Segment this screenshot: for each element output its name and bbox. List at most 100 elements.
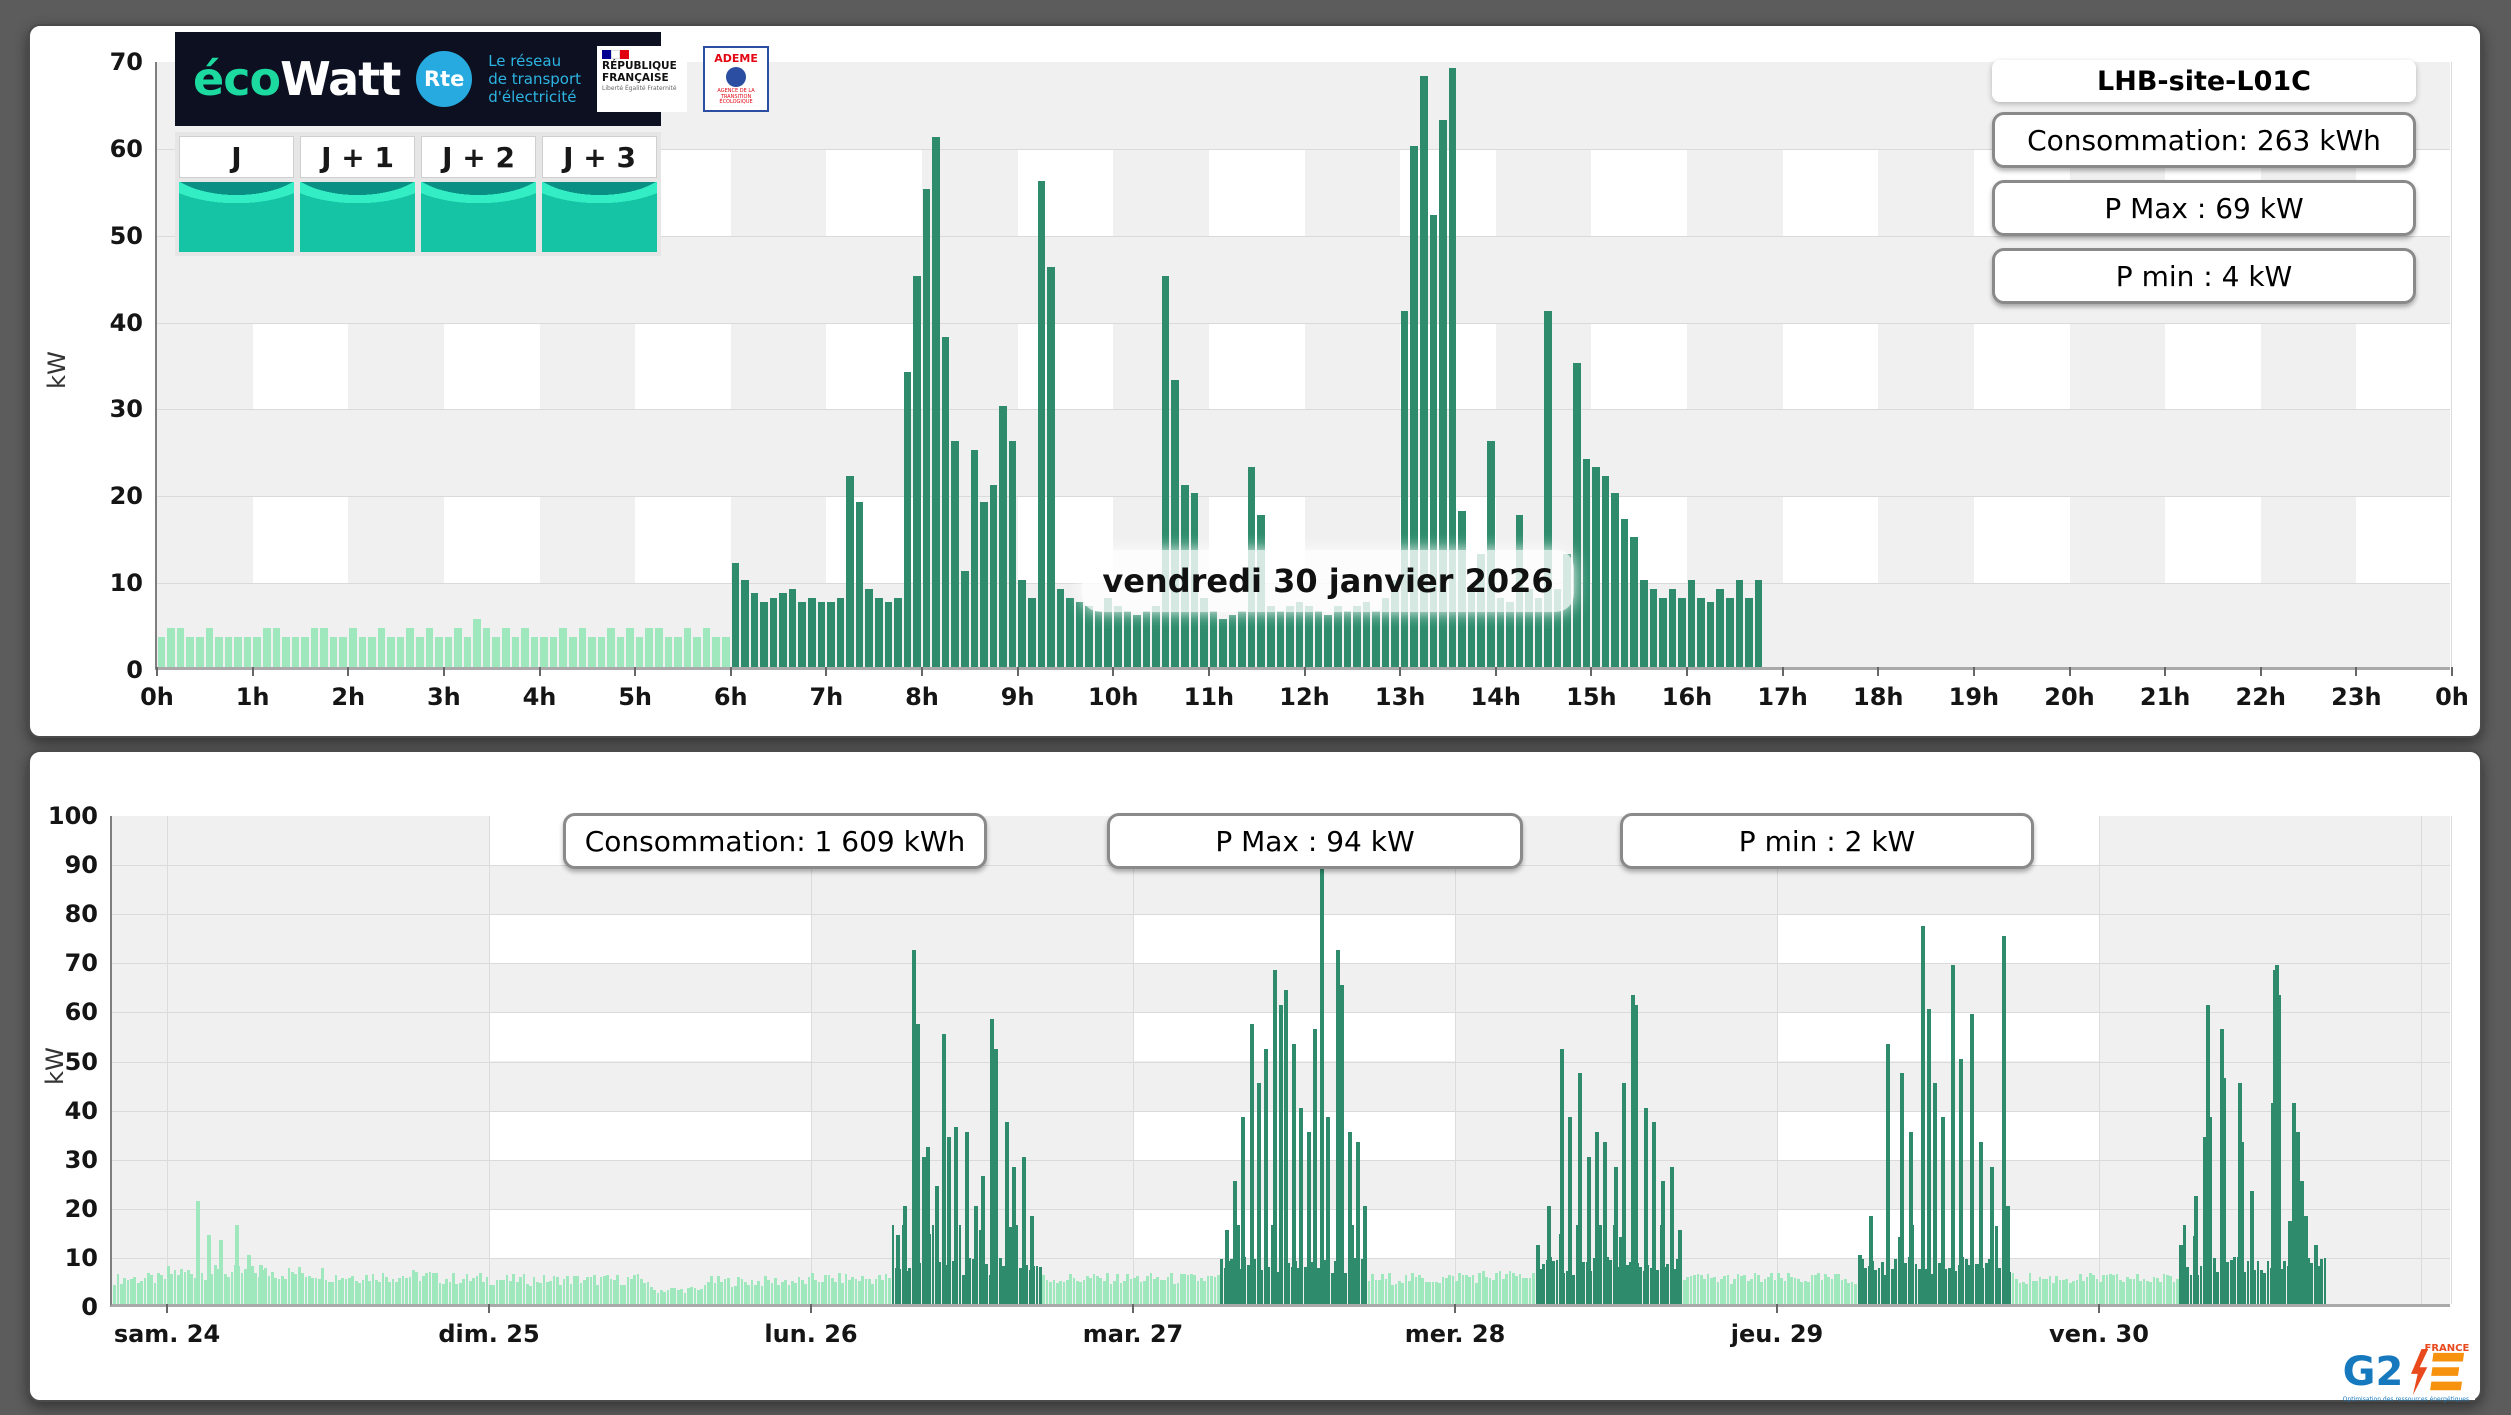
chart-bar [559,1285,563,1304]
chart-spike-bar [2314,1245,2319,1304]
chart-bar [1719,1278,1723,1304]
chart-bar [250,1266,254,1304]
chart-bar [811,1272,814,1304]
chart-bar [234,636,242,667]
chart-bar [2186,1267,2189,1304]
rte-logo-icon: Rte [416,51,473,107]
chart-bar [321,1267,324,1304]
chart-bar [1763,1278,1767,1304]
chart-bar [408,1276,412,1304]
chart-bar [511,636,520,667]
chart-bar [1693,1275,1696,1304]
chart-bar [1572,1274,1576,1304]
chart-bar [1964,1258,1968,1304]
day-consumption-label: Consommation: 263 kWh [2027,123,2381,157]
chart-spike-bar [1546,1205,1551,1304]
chart-bar [1216,1274,1220,1304]
chart-bar [454,627,462,667]
chart-bar [2048,1276,2052,1304]
chart-bar [405,1278,408,1304]
grid-cell [1591,148,1687,236]
chart-bar [643,1282,646,1304]
chart-bar [1455,1281,1458,1304]
chart-bar [1119,1282,1123,1304]
chart-bar [723,1279,727,1304]
grid-cell [635,496,731,584]
chart-bar [1706,601,1715,667]
republique-francaise-logo: RÉPUBLIQUE FRANÇAISE Liberté Égalité Fra… [597,46,688,112]
x-tick-label: 18h [1853,683,1904,711]
chart-bar [1697,597,1705,667]
chart-bar [1810,1274,1814,1304]
x-tick-label: 0h [2435,683,2469,711]
forecast-tile-3[interactable]: J + 3 [542,136,657,252]
y-tick-label: 100 [47,802,98,830]
chart-bar [1153,1279,1156,1304]
chart-bar [167,627,175,667]
chart-bar [737,1276,740,1304]
chart-bar [922,189,931,667]
chart-bar [1200,1277,1203,1304]
chart-bar [1372,610,1380,667]
chart-bar [1689,1276,1693,1304]
chart-bar [1840,1279,1844,1304]
chart-bar [1305,606,1313,667]
chart-bar [2132,1279,2136,1304]
x-tick-label: 20h [2044,683,2095,711]
chart-bar [650,1287,653,1304]
chart-bar [1377,1279,1381,1304]
chart-spike-bar [246,1254,251,1304]
chart-spike-bar [1560,1048,1565,1304]
x-tick-label: 4h [522,683,557,711]
chart-bar [888,1278,891,1304]
chart-bar [1206,1276,1210,1304]
chart-bar [730,1286,734,1304]
chart-bar [874,1278,878,1304]
grid-cell [1973,322,2070,410]
chart-bar [797,1277,801,1304]
forecast-tile-2[interactable]: J + 2 [421,136,536,252]
chart-bar [1582,1262,1586,1304]
weekly-chart-plot[interactable]: sam. 24 dim. 25 lun. 26 mar. 27 mer. 28 jeu. … [48,802,2452,1348]
x-tick-label: 10h [1088,683,1139,711]
chart-bar [465,1273,469,1304]
ecowatt-forecast-tiles: JJ + 1J + 2J + 3 [175,132,661,256]
chart-bar [2260,1270,2263,1304]
chart-bar [176,627,185,667]
chart-bar [1471,1274,1475,1304]
chart-bar [1639,1266,1643,1304]
chart-spike-bar [1348,1132,1353,1304]
chart-bar [1726,1275,1730,1304]
x-tick-label: 8h [905,683,939,711]
chart-bar [187,1270,190,1304]
chart-bar [495,1279,499,1304]
forecast-tile-green-icon-1 [300,182,415,252]
chart-bar [1555,1260,1559,1304]
x-tick-label: 9h [1000,683,1035,711]
chart-bar [1143,1280,1146,1304]
rte-tagline: Le réseau de transport d'électricité [488,52,581,106]
chart-bar [626,627,634,667]
chart-spike-bar [1978,1141,1983,1304]
chart-bar [2038,1277,2042,1304]
chart-spike-bar [1886,1043,1891,1304]
x-tick [251,667,254,676]
forecast-tile-0[interactable]: J [179,136,294,252]
y-tick-label: 0 [81,1293,98,1321]
rte-tagline-line2: de transport [488,70,582,88]
chart-bar [568,636,577,667]
chart-bar [1609,1260,1612,1304]
ecowatt-logo: écoWatt Rte Le réseau de transport d'éle… [175,32,770,126]
dashboard-page: { "page": {"background": "#5c5c5c"}, "co… [0,0,2511,1415]
chart-bar [2119,1280,2122,1304]
chart-bar [183,1271,187,1304]
chart-spike-bar [2239,1141,2244,1304]
chart-bar [2095,1278,2099,1304]
chart-spike-bar [1858,1254,1863,1304]
day-pmax-label: P Max : 69 kW [2104,191,2304,225]
forecast-tile-1[interactable]: J + 1 [300,136,415,252]
chart-bar [999,406,1007,667]
rte-tagline-line3: d'électricité [488,88,577,106]
chart-bar [680,1288,683,1304]
plot-right-edge [2451,816,2452,1304]
